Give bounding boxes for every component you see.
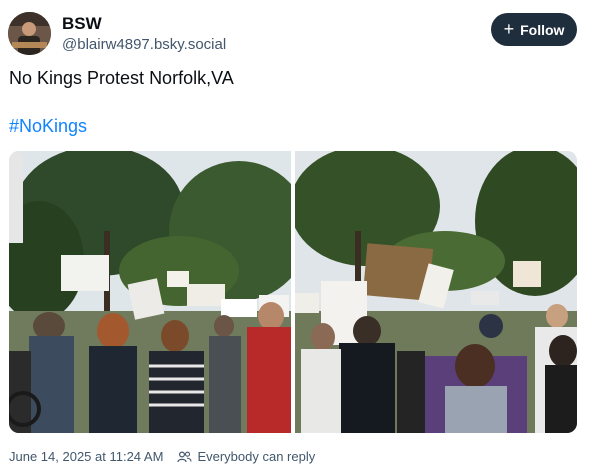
follow-button[interactable]: + Follow — [491, 13, 577, 46]
post-card: BSW @blairw4897.bsky.social + Follow No … — [0, 0, 600, 472]
protest-photo-right[interactable] — [295, 151, 577, 433]
follow-button-label: Follow — [520, 21, 565, 38]
author-display-name[interactable]: BSW — [62, 14, 102, 34]
post-meta: June 14, 2025 at 11:24 AM Everybody can … — [9, 449, 315, 464]
post-text: No Kings Protest Norfolk,VA — [9, 68, 234, 88]
author-handle[interactable]: @blairw4897.bsky.social — [62, 36, 226, 53]
post-timestamp[interactable]: June 14, 2025 at 11:24 AM — [9, 449, 163, 464]
hashtag-link[interactable]: #NoKings — [9, 116, 87, 137]
protest-photo-left[interactable] — [9, 151, 291, 433]
avatar[interactable] — [8, 12, 51, 55]
plus-icon: + — [503, 19, 515, 39]
reply-setting-label: Everybody can reply — [197, 449, 316, 464]
reply-setting: Everybody can reply — [177, 449, 315, 464]
people-icon — [177, 450, 192, 462]
